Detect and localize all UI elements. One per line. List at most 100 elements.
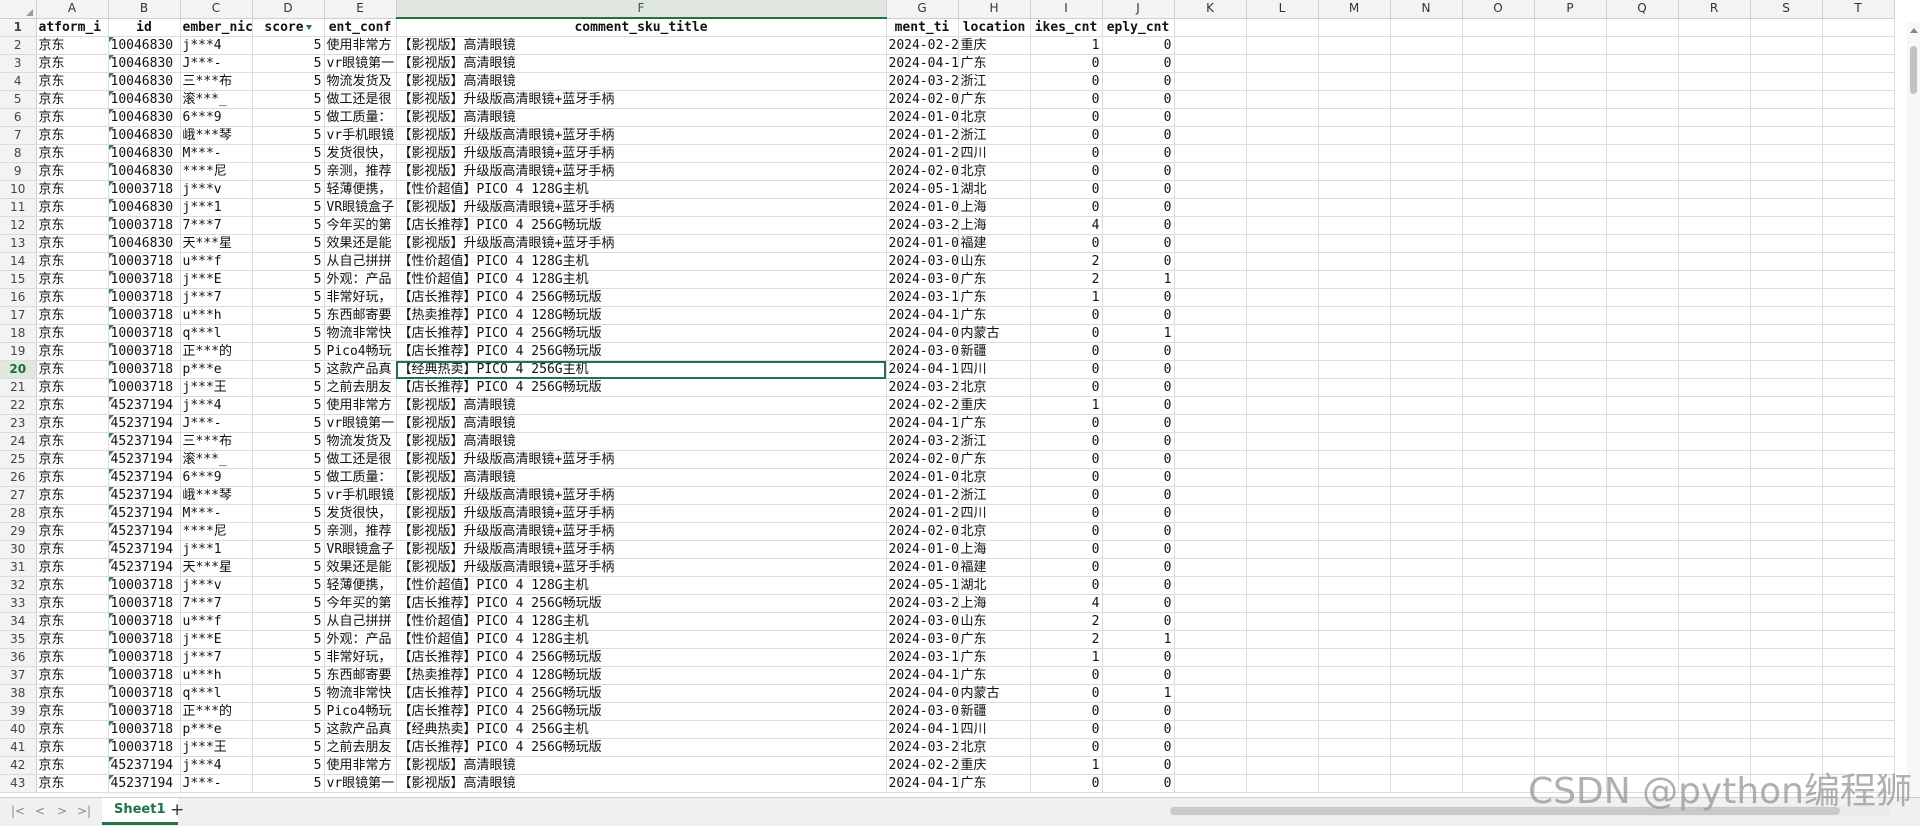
cell-j20[interactable]: 0 [1102,360,1175,379]
cell-d2[interactable]: 5 [252,36,325,55]
cell-n19[interactable] [1390,342,1463,361]
row-header-28[interactable]: 28 [0,504,37,523]
cell-a11[interactable]: 京东 [36,198,109,217]
cell-a4[interactable]: 京东 [36,72,109,91]
cell-r34[interactable] [1678,612,1751,631]
cell-b12[interactable]: 10003718 [108,216,181,235]
cell-i18[interactable]: 0 [1030,324,1103,343]
cell-d13[interactable]: 5 [252,234,325,253]
cell-j29[interactable]: 0 [1102,522,1175,541]
row-header-10[interactable]: 10 [0,180,37,199]
cell-g37[interactable]: 2024-04-1 [886,666,959,685]
row-header-14[interactable]: 14 [0,252,37,271]
cell-n41[interactable] [1390,738,1463,757]
cell-j26[interactable]: 0 [1102,468,1175,487]
cell-t20[interactable] [1822,360,1895,379]
cell-k20[interactable] [1174,360,1247,379]
cell-s4[interactable] [1750,72,1823,91]
cell-q18[interactable] [1606,324,1679,343]
column-header-h[interactable]: H [958,0,1031,19]
cell-r39[interactable] [1678,702,1751,721]
cell-p24[interactable] [1534,432,1607,451]
cell-a2[interactable]: 京东 [36,36,109,55]
cell-i39[interactable]: 0 [1030,702,1103,721]
cell-k10[interactable] [1174,180,1247,199]
cell-s39[interactable] [1750,702,1823,721]
cell-h2[interactable]: 重庆 [958,36,1031,55]
cell-k29[interactable] [1174,522,1247,541]
cell-j6[interactable]: 0 [1102,108,1175,127]
cell-e33[interactable]: 今年买的第 [324,594,397,613]
cell-g22[interactable]: 2024-02-2 [886,396,959,415]
cell-i13[interactable]: 0 [1030,234,1103,253]
cell-g17[interactable]: 2024-04-1 [886,306,959,325]
cell-m13[interactable] [1318,234,1391,253]
cell-h35[interactable]: 广东 [958,630,1031,649]
cell-a42[interactable]: 京东 [36,756,109,775]
cell-j16[interactable]: 0 [1102,288,1175,307]
cell-h34[interactable]: 山东 [958,612,1031,631]
cell-t17[interactable] [1822,306,1895,325]
cell-l15[interactable] [1246,270,1319,289]
column-header-l[interactable]: L [1246,0,1319,19]
row-header-33[interactable]: 33 [0,594,37,613]
cell-f14[interactable]: 【性价超值】PICO 4 128G主机 [396,252,887,271]
cell-l4[interactable] [1246,72,1319,91]
cell-j3[interactable]: 0 [1102,54,1175,73]
cell-c2[interactable]: j***4 [180,36,253,55]
cell-f22[interactable]: 【影视版】高清眼镜 [396,396,887,415]
cell-c7[interactable]: 峨***琴 [180,126,253,145]
cell-q34[interactable] [1606,612,1679,631]
cell-c18[interactable]: q***l [180,324,253,343]
cell-s8[interactable] [1750,144,1823,163]
cell-m6[interactable] [1318,108,1391,127]
cell-s30[interactable] [1750,540,1823,559]
cell-t4[interactable] [1822,72,1895,91]
row-header-34[interactable]: 34 [0,612,37,631]
cell-t19[interactable] [1822,342,1895,361]
cell-h30[interactable]: 上海 [958,540,1031,559]
cell-e37[interactable]: 东西邮寄要 [324,666,397,685]
cell-o8[interactable] [1462,144,1535,163]
cell-k32[interactable] [1174,576,1247,595]
cell-i2[interactable]: 1 [1030,36,1103,55]
cell-e24[interactable]: 物流发货及 [324,432,397,451]
cell-s42[interactable] [1750,756,1823,775]
cell-f12[interactable]: 【店长推荐】PICO 4 256G畅玩版 [396,216,887,235]
cell-g35[interactable]: 2024-03-0 [886,630,959,649]
cell-t12[interactable] [1822,216,1895,235]
cell-b34[interactable]: 10003718 [108,612,181,631]
cell-m32[interactable] [1318,576,1391,595]
cell-g32[interactable]: 2024-05-1 [886,576,959,595]
cell-f43[interactable]: 【影视版】高清眼镜 [396,774,887,793]
cell-t39[interactable] [1822,702,1895,721]
cell-o32[interactable] [1462,576,1535,595]
cell-p27[interactable] [1534,486,1607,505]
row-header-37[interactable]: 37 [0,666,37,685]
cell-k3[interactable] [1174,54,1247,73]
field-header-e[interactable]: ent_conf [324,18,397,37]
cell-i17[interactable]: 0 [1030,306,1103,325]
cell-b31[interactable]: 45237194 [108,558,181,577]
column-header-b[interactable]: B [108,0,181,19]
cell-g13[interactable]: 2024-01-0 [886,234,959,253]
field-header-f[interactable]: comment_sku_title [396,18,887,37]
cell-n20[interactable] [1390,360,1463,379]
cell-g12[interactable]: 2024-03-2 [886,216,959,235]
cell-n43[interactable] [1390,774,1463,793]
cell-c37[interactable]: u***h [180,666,253,685]
cell-e19[interactable]: Pico4畅玩 [324,342,397,361]
cell-p42[interactable] [1534,756,1607,775]
cell-h14[interactable]: 山东 [958,252,1031,271]
cell-t25[interactable] [1822,450,1895,469]
cell-g33[interactable]: 2024-03-2 [886,594,959,613]
cell-l32[interactable] [1246,576,1319,595]
cell-d11[interactable]: 5 [252,198,325,217]
column-header-i[interactable]: I [1030,0,1103,19]
cell-j23[interactable]: 0 [1102,414,1175,433]
cell-h15[interactable]: 广东 [958,270,1031,289]
cell-d10[interactable]: 5 [252,180,325,199]
cell-t16[interactable] [1822,288,1895,307]
cell-k7[interactable] [1174,126,1247,145]
cell-o5[interactable] [1462,90,1535,109]
